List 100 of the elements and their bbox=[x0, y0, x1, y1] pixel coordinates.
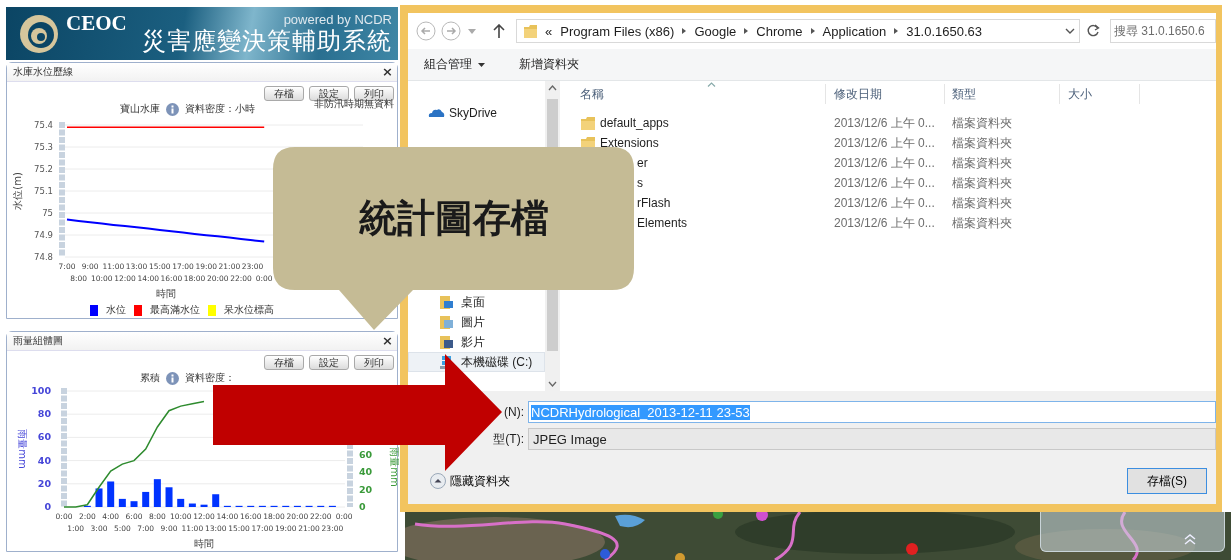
file-name[interactable]: rFlash bbox=[637, 196, 671, 210]
tick-label: 0 bbox=[359, 501, 366, 512]
legend-label: 呆水位標高 bbox=[224, 303, 274, 317]
data-density: 資料密度：小時 bbox=[184, 102, 255, 116]
tick-label: 0 bbox=[44, 501, 51, 512]
axis-bar bbox=[347, 443, 353, 507]
chevron-down-icon[interactable] bbox=[1065, 28, 1075, 34]
file-name[interactable]: Extensions bbox=[600, 136, 659, 150]
column-header[interactable]: 大小 bbox=[1060, 84, 1140, 104]
breadcrumb-item[interactable]: Application bbox=[822, 23, 887, 39]
breadcrumb-item[interactable]: Program Files (x86) bbox=[560, 23, 675, 39]
modified-date: 2013/12/6 上午 0... bbox=[833, 174, 936, 192]
column-header[interactable]: 名稱 bbox=[560, 84, 826, 104]
file-name[interactable]: Elements bbox=[637, 216, 688, 230]
modified-date: 2013/12/6 上午 0... bbox=[833, 194, 936, 212]
chevron-up-icon bbox=[430, 473, 446, 489]
file-type: 檔案資料夾 bbox=[951, 114, 1013, 132]
tick-label: 75.1 bbox=[34, 186, 53, 196]
callout-text: 統計圖存檔 bbox=[357, 195, 550, 242]
panel-button[interactable]: 列印 bbox=[354, 355, 394, 370]
nav-label: SkyDrive bbox=[449, 106, 497, 120]
scroll-down-icon[interactable] bbox=[548, 381, 557, 387]
hide-folders-button[interactable]: 隱藏資料夾 bbox=[430, 472, 510, 490]
nav-item[interactable]: 圖片 bbox=[408, 312, 545, 332]
tick-label: 80 bbox=[37, 408, 51, 420]
tick-label: 60 bbox=[359, 448, 373, 460]
modified-date: 2013/12/6 上午 0... bbox=[833, 114, 936, 132]
field-label: 型(T): bbox=[493, 430, 525, 448]
nav-item[interactable]: SkyDrive bbox=[408, 103, 545, 123]
tick-label: 60 bbox=[37, 431, 51, 443]
file-name[interactable]: er bbox=[637, 156, 648, 170]
folder-icon bbox=[523, 24, 537, 38]
axis-title: 雨量mm bbox=[17, 429, 28, 469]
powered-by-text: powered by NCDR bbox=[283, 12, 392, 27]
data-density: 資料密度： bbox=[184, 371, 235, 385]
nav-item[interactable]: 影片 bbox=[408, 332, 545, 352]
breadcrumb-item[interactable]: Google bbox=[694, 23, 737, 39]
file-name[interactable]: s bbox=[637, 176, 643, 190]
nav-label: 本機磁碟 (C:) bbox=[461, 353, 533, 371]
panel-title: 水庫水位歷線 bbox=[13, 65, 73, 79]
tick-label: 75.4 bbox=[34, 120, 53, 130]
file-name[interactable]: default_apps bbox=[600, 116, 669, 130]
tick-label: 74.8 bbox=[34, 252, 53, 262]
chart-title: 累積 bbox=[139, 371, 160, 385]
info-icon bbox=[165, 102, 179, 116]
info-icon bbox=[165, 371, 179, 385]
logo-text: CEOC bbox=[66, 11, 127, 36]
toolbar-button[interactable]: 新增資料夾 bbox=[515, 54, 583, 75]
file-type: 檔案資料夾 bbox=[951, 194, 1013, 212]
tick-label: 20 bbox=[359, 483, 373, 495]
collapse-icon[interactable] bbox=[1184, 533, 1196, 545]
axis-title: 水位(m) bbox=[12, 172, 23, 210]
column-header[interactable]: 類型 bbox=[945, 84, 1060, 104]
toolbar-button[interactable]: 組合管理 bbox=[420, 54, 489, 75]
tick-label: 75.2 bbox=[34, 164, 53, 174]
nav-label: 桌面 bbox=[461, 293, 485, 311]
axis-title: 時間 bbox=[194, 538, 215, 549]
tick-label: 75.3 bbox=[34, 142, 53, 152]
panel-button[interactable]: 存檔 bbox=[264, 355, 304, 370]
file-type: 檔案資料夾 bbox=[951, 214, 1013, 232]
panel-title: 雨量組體圖 bbox=[13, 334, 63, 348]
folder-icon bbox=[580, 115, 596, 131]
legend-label: 最高滿水位 bbox=[150, 303, 200, 317]
file-type: 檔案資料夾 bbox=[951, 134, 1013, 152]
tick-label: 40 bbox=[359, 466, 373, 477]
close-button[interactable]: × bbox=[382, 334, 393, 348]
axis-title: 時間 bbox=[155, 288, 176, 299]
up-arrow-icon[interactable] bbox=[493, 24, 505, 38]
refresh-icon[interactable] bbox=[1086, 24, 1100, 38]
tick-label: 40 bbox=[37, 454, 51, 466]
caret-icon bbox=[478, 62, 485, 67]
panel-button[interactable]: 設定 bbox=[309, 355, 349, 370]
field-label: (N): bbox=[504, 405, 525, 419]
chart-title: 寶山水庫 bbox=[119, 102, 160, 116]
modified-date: 2013/12/6 上午 0... bbox=[833, 134, 936, 152]
tick-label: 20 bbox=[37, 477, 51, 489]
nav-item[interactable]: 桌面 bbox=[408, 292, 545, 312]
close-button[interactable]: × bbox=[382, 65, 393, 79]
axis-title: 雨量mm bbox=[389, 447, 399, 487]
panel-button[interactable]: 存檔 bbox=[264, 86, 304, 101]
breadcrumb-item[interactable]: 31.0.1650.63 bbox=[906, 23, 983, 39]
nav-label: 圖片 bbox=[461, 313, 485, 331]
column-header[interactable]: 修改日期 bbox=[826, 84, 945, 104]
file-type-dropdown[interactable]: JPEG Image bbox=[528, 428, 1216, 450]
search-field[interactable]: 搜尋 31.0.1650.6 bbox=[1110, 19, 1216, 43]
save-button[interactable]: 存檔(S) bbox=[1127, 468, 1207, 494]
modified-date: 2013/12/6 上午 0... bbox=[833, 154, 936, 172]
scroll-up-icon[interactable] bbox=[548, 85, 557, 91]
tick-label: 100 bbox=[31, 386, 51, 396]
tick-label: 75 bbox=[42, 208, 53, 218]
tick-label: 74.9 bbox=[34, 230, 53, 240]
file-type: 檔案資料夾 bbox=[951, 174, 1013, 192]
nav-label: 影片 bbox=[461, 333, 485, 351]
file-type: 檔案資料夾 bbox=[951, 154, 1013, 172]
nav-item[interactable]: 本機磁碟 (C:) bbox=[408, 352, 545, 372]
address-bar[interactable]: « Program Files (x86) Google Chrome Application 31.0.1650.63 bbox=[516, 19, 1080, 43]
app-title: 災害應變決策輔助系統 bbox=[142, 27, 392, 55]
modified-date: 2013/12/6 上午 0... bbox=[833, 214, 936, 232]
breadcrumb-item[interactable]: Chrome bbox=[756, 23, 803, 39]
breadcrumb-item[interactable]: « bbox=[545, 23, 553, 39]
